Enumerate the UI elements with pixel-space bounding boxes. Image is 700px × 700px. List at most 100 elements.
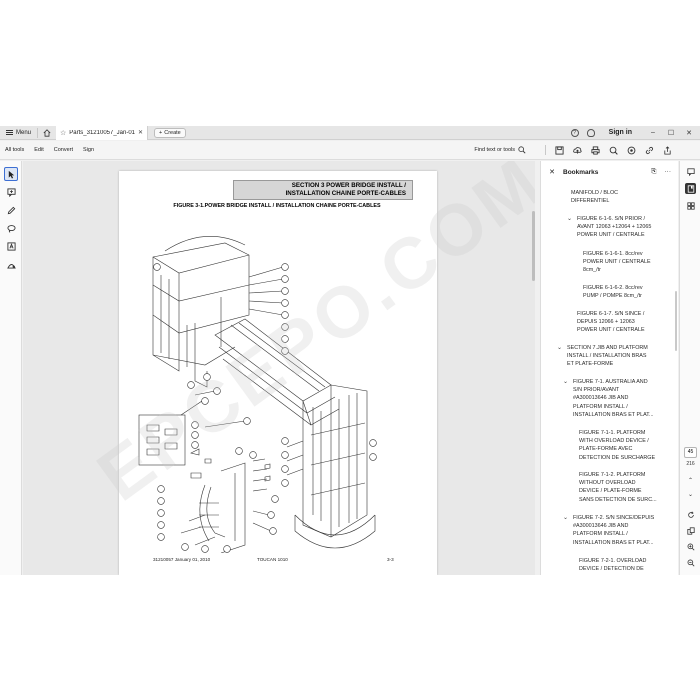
print-icon[interactable] xyxy=(591,145,600,155)
create-label: Create xyxy=(164,129,181,136)
bookmark-item[interactable]: FIGURE 7-2-1. OVERLOAD DEVICE / DETECTIO… xyxy=(579,557,677,573)
close-window-button[interactable]: ✕ xyxy=(684,129,694,137)
bookmark-options-icon[interactable]: ⎘ xyxy=(651,168,656,176)
bookmark-icon xyxy=(687,184,694,193)
stamp-tool-button[interactable] xyxy=(4,257,18,271)
chevron-down-icon[interactable]: ⌄ xyxy=(563,378,568,386)
bookmark-item[interactable]: FIGURE 6-1-6-2. 8cc/rev PUMP / POMPE 8cm… xyxy=(583,284,677,300)
divider xyxy=(545,145,546,155)
copy-icon xyxy=(686,526,695,535)
bookmark-label: FIGURE 6-1-7. S/N SINCE / DEPUIS 12066 +… xyxy=(577,311,645,334)
minimize-button[interactable]: – xyxy=(648,129,658,136)
pen-icon xyxy=(7,206,15,214)
figure-title: FIGURE 3-1.POWER BRIDGE INSTALL / INSTAL… xyxy=(173,203,381,209)
document-scrollbar[interactable] xyxy=(532,211,535,281)
previous-page-button[interactable]: ⌃ xyxy=(685,475,696,486)
bookmark-label: FIGURE 7-1. AUSTRALIA AND S/N PRIOR/AVAN… xyxy=(573,379,654,418)
zoom-in-icon xyxy=(687,543,694,550)
bookmark-item[interactable]: FIGURE 7-1-2. PLATFORM WITHOUT OVERLOAD … xyxy=(579,471,677,504)
section-title-line2: INSTALLATION CHAINE PORTE-CABLES xyxy=(285,190,406,197)
bookmark-label: FIGURE 7-1-2. PLATFORM WITHOUT OVERLOAD … xyxy=(579,472,657,503)
upload-cloud-icon[interactable] xyxy=(573,146,582,155)
ai-assistant-icon[interactable] xyxy=(627,146,636,155)
bookmarks-title: Bookmarks xyxy=(563,168,599,176)
bookmark-label: FIGURE 7-2. S/N SINCE/DEPUIS #A300013646… xyxy=(573,515,655,546)
menu-sign[interactable]: Sign xyxy=(78,147,99,153)
document-viewer[interactable]: SECTION 3 POWER BRIDGE INSTALL / INSTALL… xyxy=(23,161,535,575)
grid-icon xyxy=(686,201,695,210)
tab-bar: Menu ☆ Parts_31210057_Jan-01-2... ✕ + Cr… xyxy=(0,126,700,140)
zoom-in-button[interactable] xyxy=(685,541,696,552)
footer-doc-number: 31210057 January 01, 2010 xyxy=(153,557,211,562)
text-tool-button[interactable] xyxy=(4,239,18,253)
chevron-up-icon: ⌃ xyxy=(687,478,694,484)
bookmark-item[interactable]: ⌄ FIGURE 7-2. S/N SINCE/DEPUIS #A30001364… xyxy=(563,514,677,547)
tab-bar-right: ? Sign in – ☐ ✕ xyxy=(570,128,700,137)
home-icon xyxy=(43,128,51,137)
plus-icon: + xyxy=(159,129,163,136)
stamp-icon xyxy=(6,263,16,269)
chevron-down-icon[interactable]: ⌄ xyxy=(567,215,572,223)
next-page-button[interactable]: ⌄ xyxy=(685,489,696,500)
share-icon[interactable] xyxy=(663,145,672,155)
menu-convert[interactable]: Convert xyxy=(49,147,78,153)
find-text-button[interactable]: Find text or tools xyxy=(474,146,526,154)
menu-edit[interactable]: Edit xyxy=(29,147,48,153)
close-panel-icon[interactable]: ✕ xyxy=(541,168,563,176)
notifications-icon[interactable] xyxy=(586,128,595,137)
bookmarks-header: ✕ Bookmarks ⎘ ··· xyxy=(541,161,678,183)
comments-panel-button[interactable] xyxy=(685,166,696,177)
lasso-icon xyxy=(6,224,16,233)
search-icon xyxy=(518,146,526,154)
tab-title: Parts_31210057_Jan-01-2... xyxy=(69,129,135,136)
create-button[interactable]: + Create xyxy=(154,127,186,138)
acrobat-window: Menu ☆ Parts_31210057_Jan-01-2... ✕ + Cr… xyxy=(0,126,700,575)
text-box-icon xyxy=(6,241,16,251)
menu-button[interactable]: Menu xyxy=(0,126,37,140)
bookmark-item[interactable]: MANIFOLD / BLOC DIFFERENTIEL xyxy=(571,189,671,205)
more-options-icon[interactable]: ··· xyxy=(665,168,672,176)
bookmarks-panel-button[interactable] xyxy=(685,183,696,194)
current-page-input[interactable]: 45 xyxy=(684,447,697,458)
total-pages: 216 xyxy=(686,461,695,467)
close-tab-icon[interactable]: ✕ xyxy=(138,129,143,136)
copy-page-button[interactable] xyxy=(685,525,696,536)
bookmark-item[interactable]: ⌄ SECTION 7.JIB AND PLATFORM INSTALL / IN… xyxy=(557,344,675,369)
section-header: SECTION 3 POWER BRIDGE INSTALL / INSTALL… xyxy=(233,180,413,200)
tab-document[interactable]: ☆ Parts_31210057_Jan-01-2... ✕ xyxy=(56,126,149,140)
comment-add-icon xyxy=(6,187,16,197)
chevron-down-icon[interactable]: ⌄ xyxy=(557,344,562,352)
pdf-page: SECTION 3 POWER BRIDGE INSTALL / INSTALL… xyxy=(119,171,437,575)
menu-all-tools[interactable]: All tools xyxy=(0,147,29,153)
main-toolbar: All tools Edit Convert Sign Find text or… xyxy=(0,141,700,160)
find-label: Find text or tools xyxy=(474,147,515,153)
chevron-down-icon[interactable]: ⌄ xyxy=(563,514,568,522)
bookmarks-scrollbar[interactable] xyxy=(675,291,677,351)
draw-tool-button[interactable] xyxy=(4,203,18,217)
bookmark-item[interactable]: ⌄ FIGURE 6-1-6. S/N PRIOR / AVANT 12063 +… xyxy=(567,215,677,240)
left-tool-rail xyxy=(0,161,22,575)
bookmark-label: FIGURE 7-2-1. OVERLOAD DEVICE / DETECTIO… xyxy=(579,558,647,573)
bookmark-item[interactable]: ⌄ FIGURE 7-1. AUSTRALIA AND S/N PRIOR/AVA… xyxy=(563,378,677,419)
save-icon[interactable] xyxy=(555,145,564,155)
zoom-out-button[interactable] xyxy=(685,557,696,568)
search-document-icon[interactable] xyxy=(609,146,618,155)
add-comment-button[interactable] xyxy=(4,185,18,199)
home-button[interactable] xyxy=(38,126,56,140)
help-icon[interactable]: ? xyxy=(570,128,579,137)
bookmark-item[interactable]: FIGURE 7-1-1. PLATFORM WITH OVERLOAD DEV… xyxy=(579,429,677,462)
star-icon[interactable]: ☆ xyxy=(60,129,66,137)
menu-label: Menu xyxy=(16,129,32,136)
maximize-button[interactable]: ☐ xyxy=(666,129,676,137)
bookmark-label: MANIFOLD / BLOC DIFFERENTIEL xyxy=(571,190,619,205)
hamburger-icon xyxy=(6,130,13,135)
shape-tool-button[interactable] xyxy=(4,221,18,235)
bookmark-item[interactable]: FIGURE 6-1-7. S/N SINCE / DEPUIS 12066 +… xyxy=(577,310,677,335)
link-icon[interactable] xyxy=(645,146,654,155)
thumbnails-panel-button[interactable] xyxy=(685,200,696,211)
toolbar-right: Find text or tools xyxy=(474,145,700,155)
refresh-button[interactable] xyxy=(685,509,696,520)
select-tool-button[interactable] xyxy=(4,167,18,181)
bookmark-item[interactable]: FIGURE 6-1-6-1. 8cc/rev POWER UNIT / CEN… xyxy=(583,250,677,275)
sign-in-button[interactable]: Sign in xyxy=(609,129,632,136)
